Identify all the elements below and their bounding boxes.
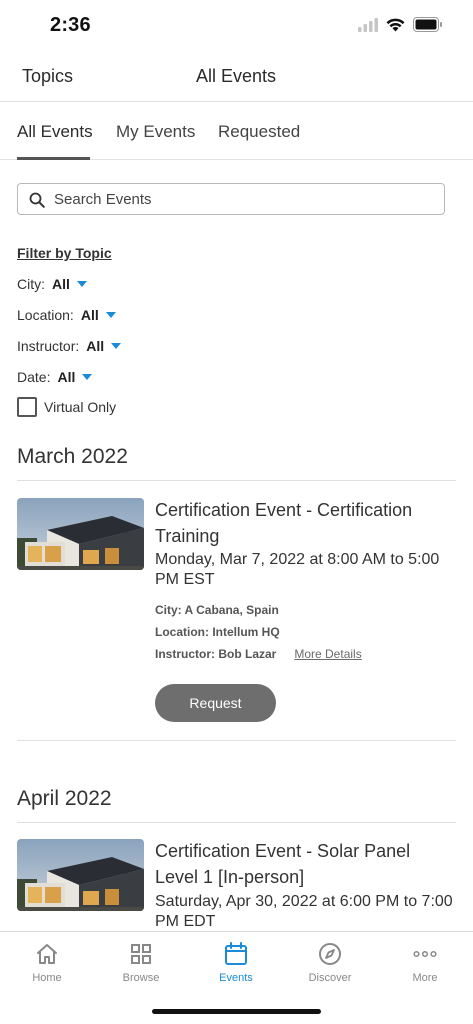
home-indicator (152, 1009, 321, 1014)
location-filter-value: All (80, 307, 99, 323)
chevron-down-icon (111, 343, 122, 349)
nav-home-label: Home (32, 972, 62, 984)
date-filter-label: Date: (17, 369, 51, 385)
event-location: Location: Intellum HQ (155, 625, 280, 639)
more-details-link[interactable]: More Details (294, 647, 361, 661)
nav-browse-label: Browse (122, 972, 160, 984)
event-date: Monday, Mar 7, 2022 at 8:00 AM to 5:00 P… (155, 551, 440, 588)
tab-all-events[interactable]: All Events (17, 122, 93, 142)
nav-more[interactable]: More (378, 932, 472, 992)
virtual-only-label: Virtual Only (44, 399, 117, 415)
month-heading: April 2022 (17, 787, 112, 810)
chevron-down-icon (76, 281, 87, 287)
tab-requested[interactable]: Requested (218, 122, 300, 142)
month-heading: March 2022 (17, 445, 128, 468)
event-title[interactable]: Certification Event - Certification Trai… (155, 497, 455, 549)
grid-icon (131, 944, 151, 964)
active-tab-indicator (17, 157, 90, 160)
search-input[interactable] (54, 184, 434, 214)
event-title[interactable]: Certification Event - Solar Panel Level … (155, 838, 455, 890)
nav-browse[interactable]: Browse (94, 932, 188, 992)
location-filter[interactable]: Location: All (17, 307, 116, 323)
date-filter-value: All (57, 369, 76, 385)
divider (17, 480, 456, 481)
instructor-filter-label: Instructor: (17, 338, 80, 354)
tab-my-events[interactable]: My Events (116, 122, 195, 142)
signal-icon (358, 17, 378, 32)
nav-events[interactable]: Events (189, 932, 283, 992)
nav-more-label: More (412, 972, 438, 984)
divider (17, 740, 456, 741)
event-thumbnail[interactable] (17, 498, 144, 570)
location-filter-label: Location: (17, 307, 74, 323)
event-instructor: Instructor: Bob Lazar (155, 647, 277, 661)
top-header: Topics All Events (0, 54, 473, 102)
topics-button[interactable]: Topics (22, 66, 73, 87)
more-icon (413, 950, 437, 958)
event-date: Saturday, Apr 30, 2022 at 6:00 PM to 7:0… (155, 893, 453, 930)
house-image (17, 498, 144, 570)
date-filter[interactable]: Date: All (17, 369, 93, 385)
divider (17, 822, 456, 823)
page-title: All Events (196, 66, 277, 86)
city-filter-label: City: (17, 276, 45, 292)
instructor-filter-value: All (86, 338, 105, 354)
house-image (17, 839, 144, 911)
search-icon (29, 192, 45, 208)
event-thumbnail[interactable] (17, 839, 144, 911)
city-filter-value: All (52, 276, 70, 292)
virtual-only-row: Virtual Only (17, 397, 116, 417)
status-time: 2:36 (50, 14, 91, 36)
nav-discover-label: Discover (308, 972, 352, 984)
chevron-down-icon (105, 312, 116, 318)
chevron-down-icon (82, 374, 93, 380)
compass-icon (319, 943, 341, 965)
city-filter[interactable]: City: All (17, 276, 87, 292)
nav-events-label: Events (219, 972, 253, 984)
wifi-icon (386, 18, 405, 31)
battery-icon (413, 17, 442, 32)
instructor-filter[interactable]: Instructor: All (17, 338, 122, 354)
status-icons (358, 17, 443, 32)
event-tabs: All Events My Events Requested (0, 102, 473, 160)
nav-discover[interactable]: Discover (283, 932, 377, 992)
home-icon (37, 944, 57, 964)
search-box[interactable] (17, 183, 445, 215)
calendar-icon (225, 942, 247, 965)
status-bar: 2:36 (0, 0, 473, 54)
event-instructor-row: Instructor: Bob Lazar More Details (155, 647, 362, 661)
event-city: City: A Cabana, Spain (155, 603, 279, 617)
nav-home[interactable]: Home (0, 932, 94, 992)
request-button[interactable]: Request (155, 684, 276, 722)
filter-by-topic-link[interactable]: Filter by Topic (17, 245, 112, 261)
virtual-only-checkbox[interactable] (17, 397, 37, 417)
